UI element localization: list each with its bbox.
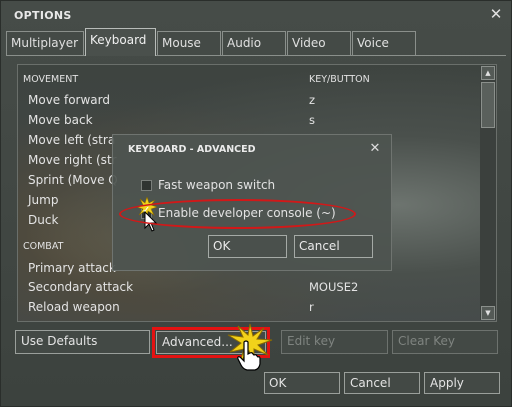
- close-icon[interactable]: ✕: [367, 141, 383, 157]
- scroll-up-arrow-icon[interactable]: ▲: [481, 66, 495, 80]
- binding-action[interactable]: Reload weapon: [28, 300, 120, 314]
- tab-video[interactable]: Video: [287, 31, 351, 55]
- binding-action[interactable]: Jump: [28, 193, 58, 207]
- tab-divider: [6, 55, 506, 56]
- column-header-action: MOVEMENT: [23, 74, 79, 85]
- dialog-cancel-button[interactable]: Cancel: [294, 235, 373, 258]
- binding-action[interactable]: Sprint (Move Q: [28, 173, 118, 187]
- binding-key[interactable]: s: [309, 113, 315, 127]
- tab-voice[interactable]: Voice: [352, 31, 416, 55]
- tab-mouse[interactable]: Mouse: [157, 31, 221, 55]
- apply-button[interactable]: Apply: [424, 372, 500, 394]
- tab-keyboard[interactable]: Keyboard: [85, 28, 156, 56]
- highlight-ellipse: [119, 199, 356, 229]
- binding-action[interactable]: Move back: [28, 113, 93, 127]
- scroll-down-arrow-icon[interactable]: ▼: [481, 306, 495, 320]
- scrollbar-thumb[interactable]: [481, 82, 495, 128]
- dialog-ok-button[interactable]: OK: [208, 235, 287, 258]
- window-title: OPTIONS: [14, 9, 72, 22]
- clear-key-button[interactable]: Clear Key: [392, 330, 498, 354]
- tab-audio[interactable]: Audio: [222, 31, 286, 55]
- binding-action[interactable]: Move right (str: [28, 153, 117, 167]
- hand-pointer-icon: [237, 340, 261, 371]
- dialog-title: KEYBOARD - ADVANCED: [128, 144, 256, 155]
- tab-multiplayer[interactable]: Multiplayer: [6, 31, 84, 55]
- binding-key[interactable]: MOUSE2: [309, 280, 358, 294]
- binding-key[interactable]: r: [309, 300, 314, 314]
- use-defaults-button[interactable]: Use Defaults: [15, 330, 150, 354]
- binding-action[interactable]: Primary attack: [28, 261, 116, 275]
- ok-button[interactable]: OK: [264, 372, 340, 394]
- binding-action[interactable]: Move forward: [28, 93, 110, 107]
- section-header-combat: COMBAT: [23, 241, 64, 252]
- keyboard-advanced-dialog: KEYBOARD - ADVANCED ✕ Fast weapon switch…: [112, 134, 392, 271]
- fast-weapon-switch-label: Fast weapon switch: [158, 178, 276, 192]
- edit-key-button[interactable]: Edit key: [281, 330, 388, 354]
- close-icon[interactable]: ✕: [488, 5, 504, 23]
- binding-key[interactable]: z: [309, 93, 315, 107]
- binding-action[interactable]: Move left (stra: [28, 133, 115, 147]
- column-header-key: KEY/BUTTON: [309, 74, 370, 85]
- fast-weapon-switch-checkbox[interactable]: [141, 180, 152, 191]
- cancel-button[interactable]: Cancel: [344, 372, 420, 394]
- binding-action[interactable]: Duck: [28, 213, 58, 227]
- binding-action[interactable]: Secondary attack: [28, 280, 133, 294]
